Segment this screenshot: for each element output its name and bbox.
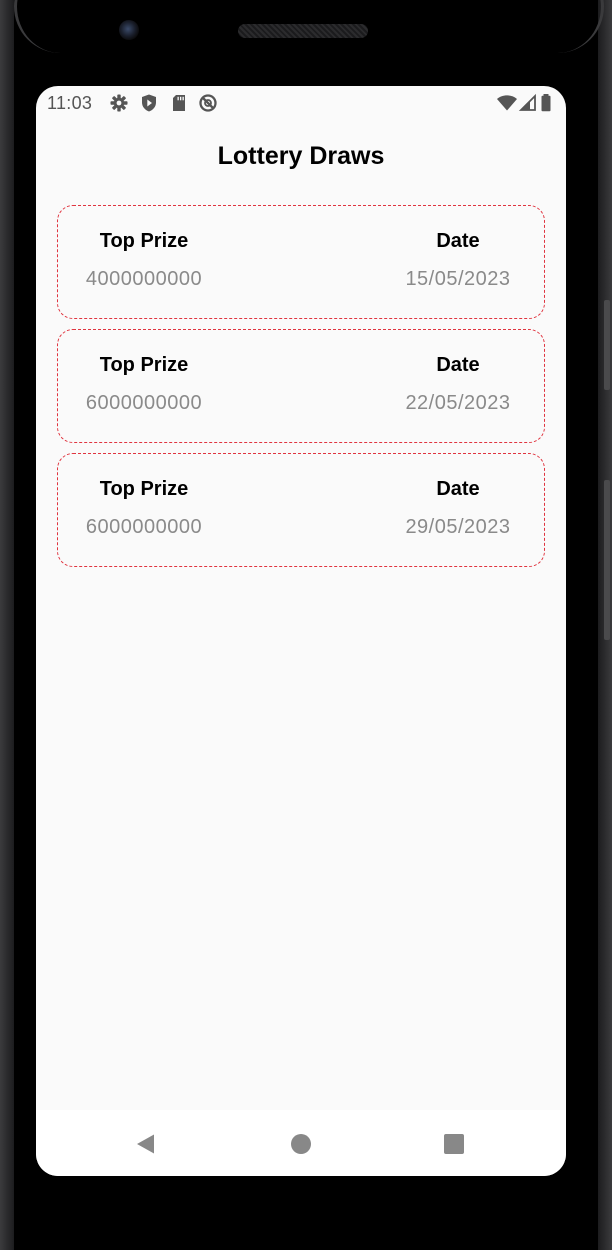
sd-card-icon bbox=[173, 95, 185, 111]
power-button bbox=[604, 480, 610, 640]
draw-card: Top Prize 4000000000 Date 15/05/2023 bbox=[57, 205, 545, 319]
battery-icon bbox=[541, 94, 551, 112]
page-title: Lottery Draws bbox=[217, 142, 385, 170]
recents-icon[interactable] bbox=[442, 1132, 466, 1156]
wifi-icon bbox=[497, 95, 517, 111]
prize-value: 6000000000 bbox=[85, 516, 203, 538]
draw-card: Top Prize 6000000000 Date 22/05/2023 bbox=[57, 329, 545, 443]
date-value: 15/05/2023 bbox=[405, 268, 511, 290]
prize-label: Top Prize bbox=[99, 478, 189, 500]
device-frame-left bbox=[0, 0, 14, 1250]
phone-device: 11:03 Lottery Draws Top Prize 4000000000… bbox=[0, 0, 612, 1250]
prize-label: Top Prize bbox=[99, 354, 189, 376]
draw-card: Top Prize 6000000000 Date 29/05/2023 bbox=[57, 453, 545, 567]
screen: 11:03 Lottery Draws Top Prize 4000000000… bbox=[36, 86, 566, 1176]
date-label: Date bbox=[436, 478, 480, 500]
date-value: 22/05/2023 bbox=[405, 392, 511, 414]
front-camera bbox=[119, 20, 139, 40]
date-column: Date 15/05/2023 bbox=[372, 206, 544, 320]
home-icon[interactable] bbox=[289, 1132, 313, 1156]
prize-value: 6000000000 bbox=[85, 392, 203, 414]
earpiece-speaker bbox=[238, 24, 368, 38]
prize-column: Top Prize 6000000000 bbox=[58, 454, 230, 568]
prize-label: Top Prize bbox=[99, 230, 189, 252]
prize-column: Top Prize 6000000000 bbox=[58, 330, 230, 444]
volume-button bbox=[604, 300, 610, 390]
date-label: Date bbox=[436, 230, 480, 252]
navigation-bar bbox=[36, 1110, 566, 1176]
shield-play-icon bbox=[142, 94, 156, 112]
status-time: 11:03 bbox=[47, 93, 93, 113]
no-sync-icon bbox=[199, 94, 217, 112]
prize-column: Top Prize 4000000000 bbox=[58, 206, 230, 320]
gear-icon bbox=[110, 94, 128, 112]
draw-list: Top Prize 4000000000 Date 15/05/2023 Top… bbox=[57, 205, 545, 577]
date-value: 29/05/2023 bbox=[405, 516, 511, 538]
cell-signal-icon bbox=[518, 93, 536, 111]
status-bar: 11:03 bbox=[36, 86, 566, 120]
back-icon[interactable] bbox=[134, 1132, 158, 1156]
date-label: Date bbox=[436, 354, 480, 376]
prize-value: 4000000000 bbox=[85, 268, 203, 290]
date-column: Date 22/05/2023 bbox=[372, 330, 544, 444]
date-column: Date 29/05/2023 bbox=[372, 454, 544, 568]
